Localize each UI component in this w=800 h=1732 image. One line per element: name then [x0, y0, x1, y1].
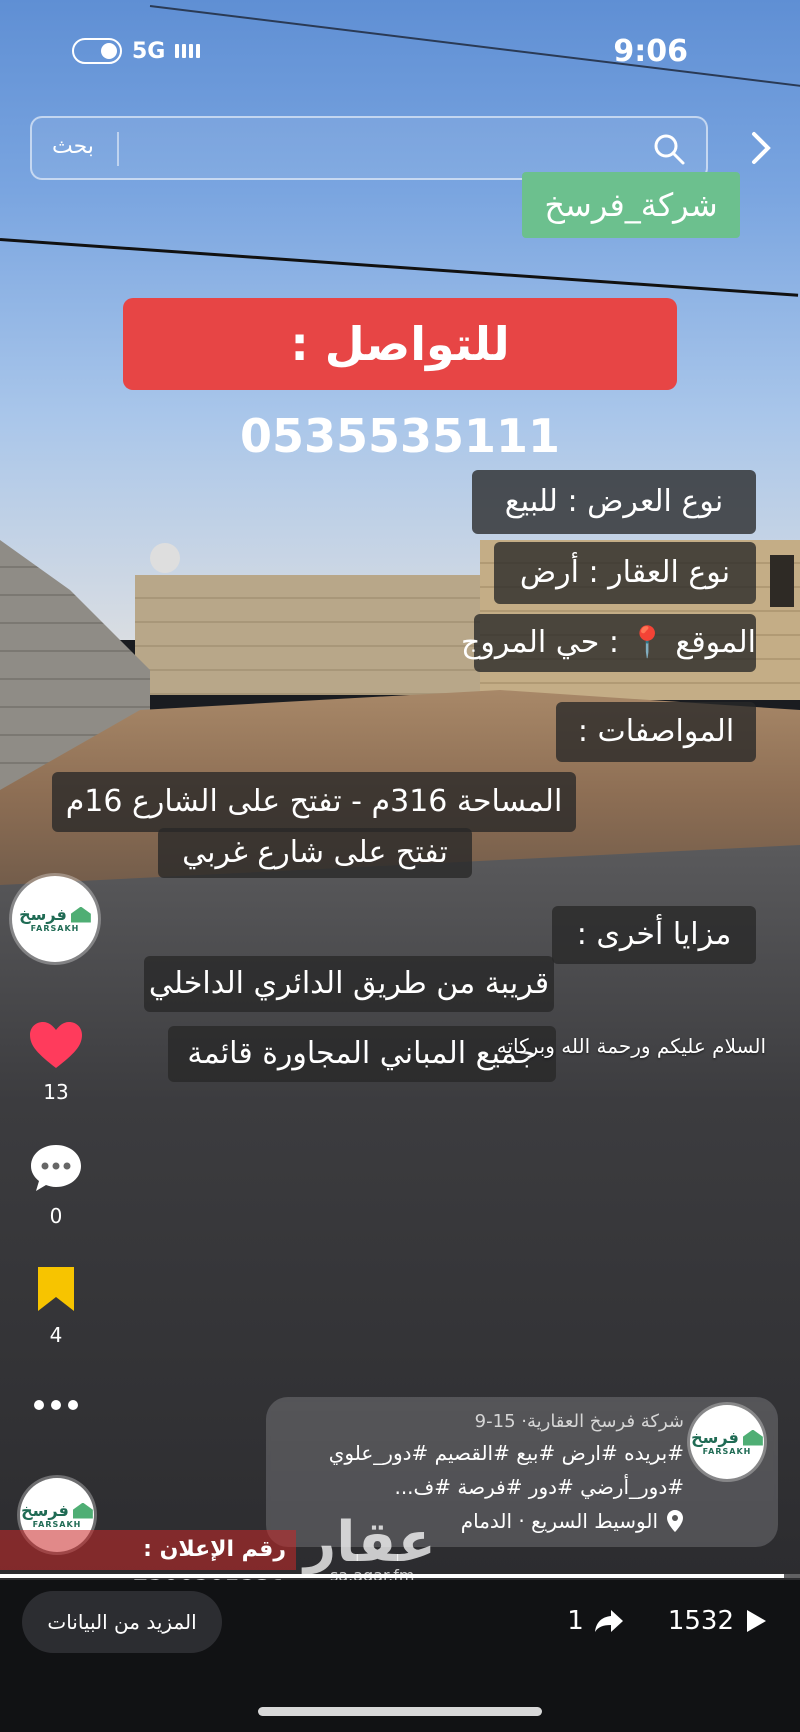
comment-count: 0: [49, 1204, 63, 1228]
brand-name-en: FARSAKH: [32, 1520, 82, 1529]
search-placeholder: بحث: [52, 134, 94, 159]
house-icon: [742, 1429, 763, 1446]
caption-greeting: السلام عليكم ورحمة الله وبركاته: [496, 1034, 766, 1058]
comment-button[interactable]: 0: [24, 1142, 88, 1228]
feature-line: قريبة من طريق الدائري الداخلي: [144, 956, 554, 1012]
building-window: [770, 555, 794, 607]
comment-icon: [31, 1145, 81, 1191]
share-count: 1: [567, 1606, 584, 1636]
more-options-button[interactable]: [24, 1396, 88, 1415]
video-stats: 1 1532: [567, 1606, 768, 1636]
water-tank: [150, 543, 180, 573]
other-title: مزايا أخرى :: [552, 906, 756, 964]
status-indicators: 5G: [72, 38, 201, 64]
card-header: شركة فرسخ العقارية· 15-9: [474, 1411, 684, 1432]
brand-name-en: FARSAKH: [702, 1447, 752, 1456]
like-count: 13: [43, 1080, 69, 1104]
battery-icon: [72, 38, 122, 64]
video-progress[interactable]: [0, 1574, 800, 1578]
card-location-text: الوسيط السريع · الدمام: [460, 1509, 658, 1533]
location-pin-icon: [667, 1510, 683, 1532]
view-count: 1532: [667, 1606, 734, 1636]
signal-icon: [175, 44, 201, 58]
card-hashtags: #دور_أرضي #دور #فرصة #ف...: [394, 1475, 684, 1499]
company-tag: شركة_فرسخ: [522, 172, 740, 238]
card-avatar[interactable]: فرسخ FARSAKH: [690, 1405, 764, 1479]
spec-line: المساحة 316م - تفتح على الشارع 16م: [52, 772, 576, 832]
card-hashtags: #بريده #ارض #بيع #القصيم #دور_علوي: [328, 1441, 684, 1465]
brand-name: فرسخ: [21, 1501, 69, 1520]
house-icon: [72, 1502, 93, 1519]
specs-title: المواصفات :: [556, 702, 756, 762]
offer-type-label: نوع العرض : للبيع: [472, 470, 756, 534]
play-icon: [747, 1610, 766, 1632]
bookmark-icon: [38, 1267, 74, 1311]
ad-number: رقم الإعلان : 7200295231: [0, 1530, 296, 1602]
back-wall: [135, 575, 495, 695]
card-location: الوسيط السريع · الدمام: [461, 1509, 684, 1533]
video-progress-fill: [0, 1574, 784, 1578]
status-time: 9:06: [613, 34, 688, 69]
network-label: 5G: [132, 38, 166, 64]
chevron-right-icon[interactable]: [750, 130, 772, 175]
publisher-avatar[interactable]: فرسخ FARSAKH: [12, 876, 98, 962]
property-type-label: نوع العقار : أرض: [494, 542, 756, 604]
brand-name-en: FARSAKH: [30, 924, 80, 933]
search-input[interactable]: بحث: [30, 116, 708, 180]
brand-name: فرسخ: [691, 1428, 739, 1447]
search-divider: [117, 132, 119, 166]
save-count: 4: [49, 1323, 63, 1347]
brand-name: فرسخ: [19, 905, 67, 924]
like-button[interactable]: 13: [24, 1020, 88, 1104]
heart-icon: [30, 1022, 82, 1068]
more-data-button[interactable]: المزيد من البيانات: [22, 1591, 222, 1653]
contact-banner: للتواصل : 0535535111: [123, 298, 677, 463]
save-button[interactable]: 4: [24, 1265, 88, 1347]
house-icon: [70, 906, 91, 923]
search-icon[interactable]: [652, 132, 686, 170]
location-label: الموقع 📍 : حي المروج: [461, 614, 756, 672]
share-icon[interactable]: [594, 1608, 624, 1634]
more-icon: [34, 1400, 78, 1410]
spec-line: تفتح على شارع غربي: [158, 828, 472, 878]
home-indicator[interactable]: [258, 1707, 542, 1716]
